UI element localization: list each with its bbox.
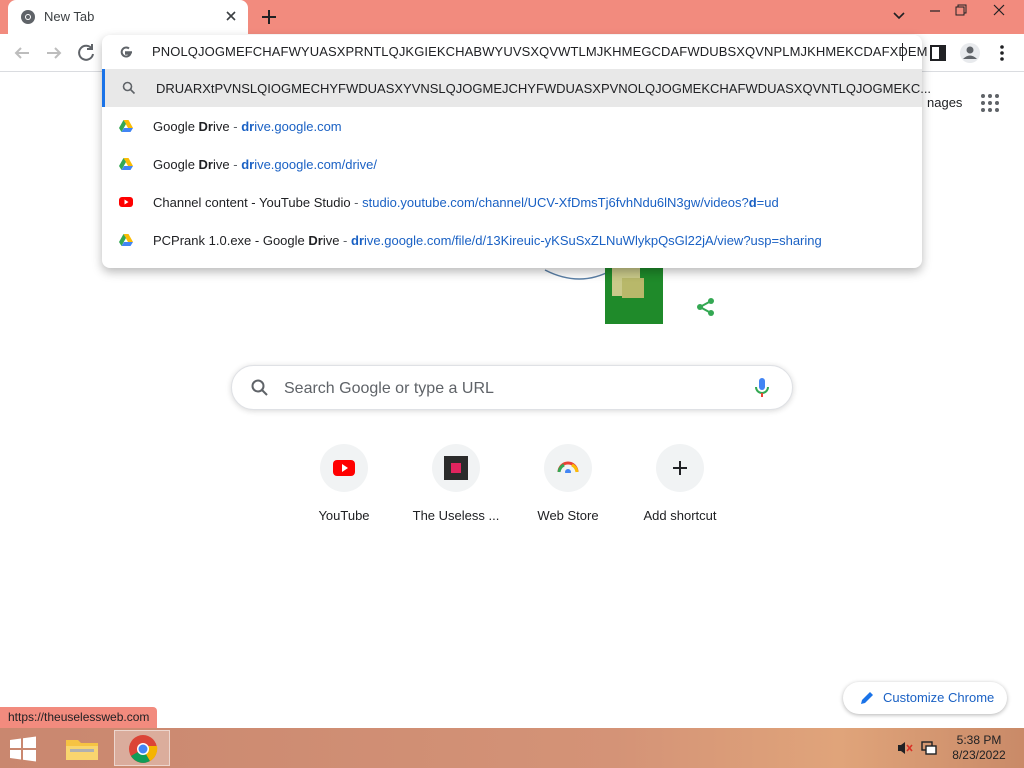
suggestion-title-match: Dr bbox=[308, 233, 323, 248]
tab-search-icon[interactable] bbox=[882, 0, 916, 30]
new-tab-button[interactable] bbox=[258, 6, 280, 28]
restore-button[interactable] bbox=[944, 0, 978, 30]
useless-web-icon bbox=[444, 456, 468, 480]
suggestion-separator: - bbox=[229, 157, 242, 172]
shortcut-add[interactable]: Add shortcut bbox=[624, 444, 736, 534]
address-input[interactable]: PNOLQJOGMEFCHAFWYUASXPRNTLQJKGIEKCHABWYU… bbox=[152, 44, 928, 59]
suggestion-separator: - bbox=[229, 119, 242, 134]
close-tab-icon[interactable] bbox=[222, 7, 240, 25]
tab-title: New Tab bbox=[44, 9, 95, 24]
google-doodle[interactable] bbox=[540, 258, 680, 328]
chrome-icon bbox=[129, 735, 158, 763]
menu-kebab-icon[interactable] bbox=[990, 41, 1014, 65]
suggestion-title-rest: ive bbox=[322, 233, 340, 248]
clock-time: 5:38 PM bbox=[956, 733, 1002, 747]
google-search-box[interactable]: Search Google or type a URL bbox=[231, 365, 793, 410]
shortcut-icon-bg bbox=[432, 444, 480, 492]
suggestion-url: ive.google.com bbox=[254, 119, 342, 134]
suggestion-url-match: dr bbox=[241, 119, 255, 134]
suggestion-separator: - bbox=[350, 195, 363, 210]
title-bar: New Tab bbox=[0, 0, 1024, 34]
forward-arrow-icon[interactable] bbox=[42, 41, 66, 65]
shortcut-label: YouTube bbox=[318, 508, 370, 523]
shortcut-web-store[interactable]: Web Store bbox=[512, 444, 624, 534]
shortcut-icon-bg bbox=[544, 444, 592, 492]
suggestion-url: ive.google.com/drive/ bbox=[254, 157, 378, 172]
customize-label: Customize Chrome bbox=[883, 690, 995, 705]
suggestion-url: studio.youtube.com/channel/UCV-XfDmsTj6f… bbox=[362, 195, 749, 210]
youtube-icon bbox=[333, 460, 355, 476]
suggestion-url-rest: =ud bbox=[756, 195, 779, 210]
google-g-icon bbox=[120, 46, 132, 58]
suggestion-url-match: d bbox=[748, 195, 757, 210]
folder-icon bbox=[66, 740, 98, 760]
suggestion-search[interactable]: DRUARXtPVNSLQIOGMECHYFWDUASXYVNSLQJOGMEJ… bbox=[102, 69, 931, 107]
suggestion-url: ive.google.com/file/d/13Kireuic-yKSuSxZL… bbox=[364, 233, 822, 248]
suggestion-title: Google bbox=[153, 157, 199, 172]
search-icon bbox=[122, 81, 136, 95]
google-apps-icon[interactable] bbox=[980, 93, 1000, 113]
taskbar-file-explorer[interactable] bbox=[54, 730, 110, 766]
suggestion-url-match: dr bbox=[241, 157, 255, 172]
suggestion-title-rest: ive bbox=[213, 119, 230, 134]
reload-icon[interactable] bbox=[74, 41, 98, 65]
suggestion-title: Channel content - YouTube Studio bbox=[153, 195, 351, 210]
windows-taskbar: 5:38 PM 8/23/2022 bbox=[0, 728, 1024, 768]
volume-muted-icon[interactable] bbox=[896, 740, 914, 756]
suggestion-google-drive[interactable]: Google Drive - drive.google.com bbox=[102, 107, 922, 145]
youtube-icon bbox=[119, 197, 133, 207]
plus-icon bbox=[673, 461, 687, 475]
suggestion-youtube-studio[interactable]: Channel content - YouTube Studio - studi… bbox=[102, 183, 922, 221]
microphone-icon[interactable] bbox=[752, 377, 772, 399]
close-window-button[interactable] bbox=[982, 0, 1016, 30]
suggestion-google-drive-drive[interactable]: Google Drive - drive.google.com/drive/ bbox=[102, 145, 922, 183]
shortcut-icon-bg bbox=[656, 444, 704, 492]
side-panel-icon[interactable] bbox=[926, 41, 950, 65]
shortcut-label: Web Store bbox=[537, 508, 599, 523]
suggestion-title-rest: ive bbox=[213, 157, 230, 172]
web-store-icon bbox=[557, 461, 579, 477]
customize-chrome-button[interactable]: Customize Chrome bbox=[843, 682, 1007, 714]
suggestion-title-match: Dr bbox=[198, 119, 213, 134]
google-drive-icon bbox=[119, 120, 133, 132]
suggestion-title-match: Dr bbox=[198, 157, 213, 172]
images-link[interactable]: nages bbox=[927, 95, 962, 110]
omnibox-dropdown: PNOLQJOGMEFCHAFWYUASXPRNTLQJKGIEKCHABWYU… bbox=[102, 35, 931, 268]
tab-new-tab[interactable]: New Tab bbox=[8, 0, 248, 34]
google-drive-icon bbox=[119, 234, 133, 246]
suggestion-separator: - bbox=[339, 233, 351, 248]
back-arrow-icon[interactable] bbox=[10, 41, 34, 65]
shortcut-youtube[interactable]: YouTube bbox=[288, 444, 400, 534]
windows-start-icon[interactable] bbox=[8, 736, 38, 762]
google-drive-icon bbox=[119, 158, 133, 170]
suggestion-title: PCPrank 1.0.exe - Google bbox=[153, 233, 309, 248]
clock-date: 8/23/2022 bbox=[952, 748, 1006, 762]
shortcut-label: Add shortcut bbox=[643, 508, 717, 523]
chrome-icon bbox=[21, 10, 35, 24]
address-bar[interactable]: PNOLQJOGMEFCHAFWYUASXPRNTLQJKGIEKCHABWYU… bbox=[102, 35, 927, 69]
shortcut-label: The Useless ... bbox=[412, 508, 500, 523]
search-placeholder: Search Google or type a URL bbox=[284, 380, 494, 397]
suggestion-title: Google bbox=[153, 119, 199, 134]
taskbar-chrome[interactable] bbox=[114, 730, 170, 766]
suggestion-text: DRUARXtPVNSLQIOGMECHYFWDUASXYVNSLQJOGMEJ… bbox=[156, 81, 932, 96]
profile-avatar-icon[interactable] bbox=[958, 41, 982, 65]
shortcut-useless-web[interactable]: The Useless ... bbox=[400, 444, 512, 534]
share-icon[interactable] bbox=[695, 296, 717, 318]
pencil-icon bbox=[861, 692, 873, 704]
shortcut-icon-bg bbox=[320, 444, 368, 492]
search-icon bbox=[251, 379, 268, 396]
network-icon[interactable] bbox=[920, 740, 938, 756]
text-caret bbox=[902, 43, 903, 61]
suggestion-pcprank-drive[interactable]: PCPrank 1.0.exe - Google Drive - drive.g… bbox=[102, 221, 922, 259]
status-url-bubble: https://theuselessweb.com bbox=[0, 707, 158, 729]
suggestion-url-match: dr bbox=[351, 233, 364, 248]
taskbar-clock[interactable]: 5:38 PM 8/23/2022 bbox=[946, 733, 1012, 763]
